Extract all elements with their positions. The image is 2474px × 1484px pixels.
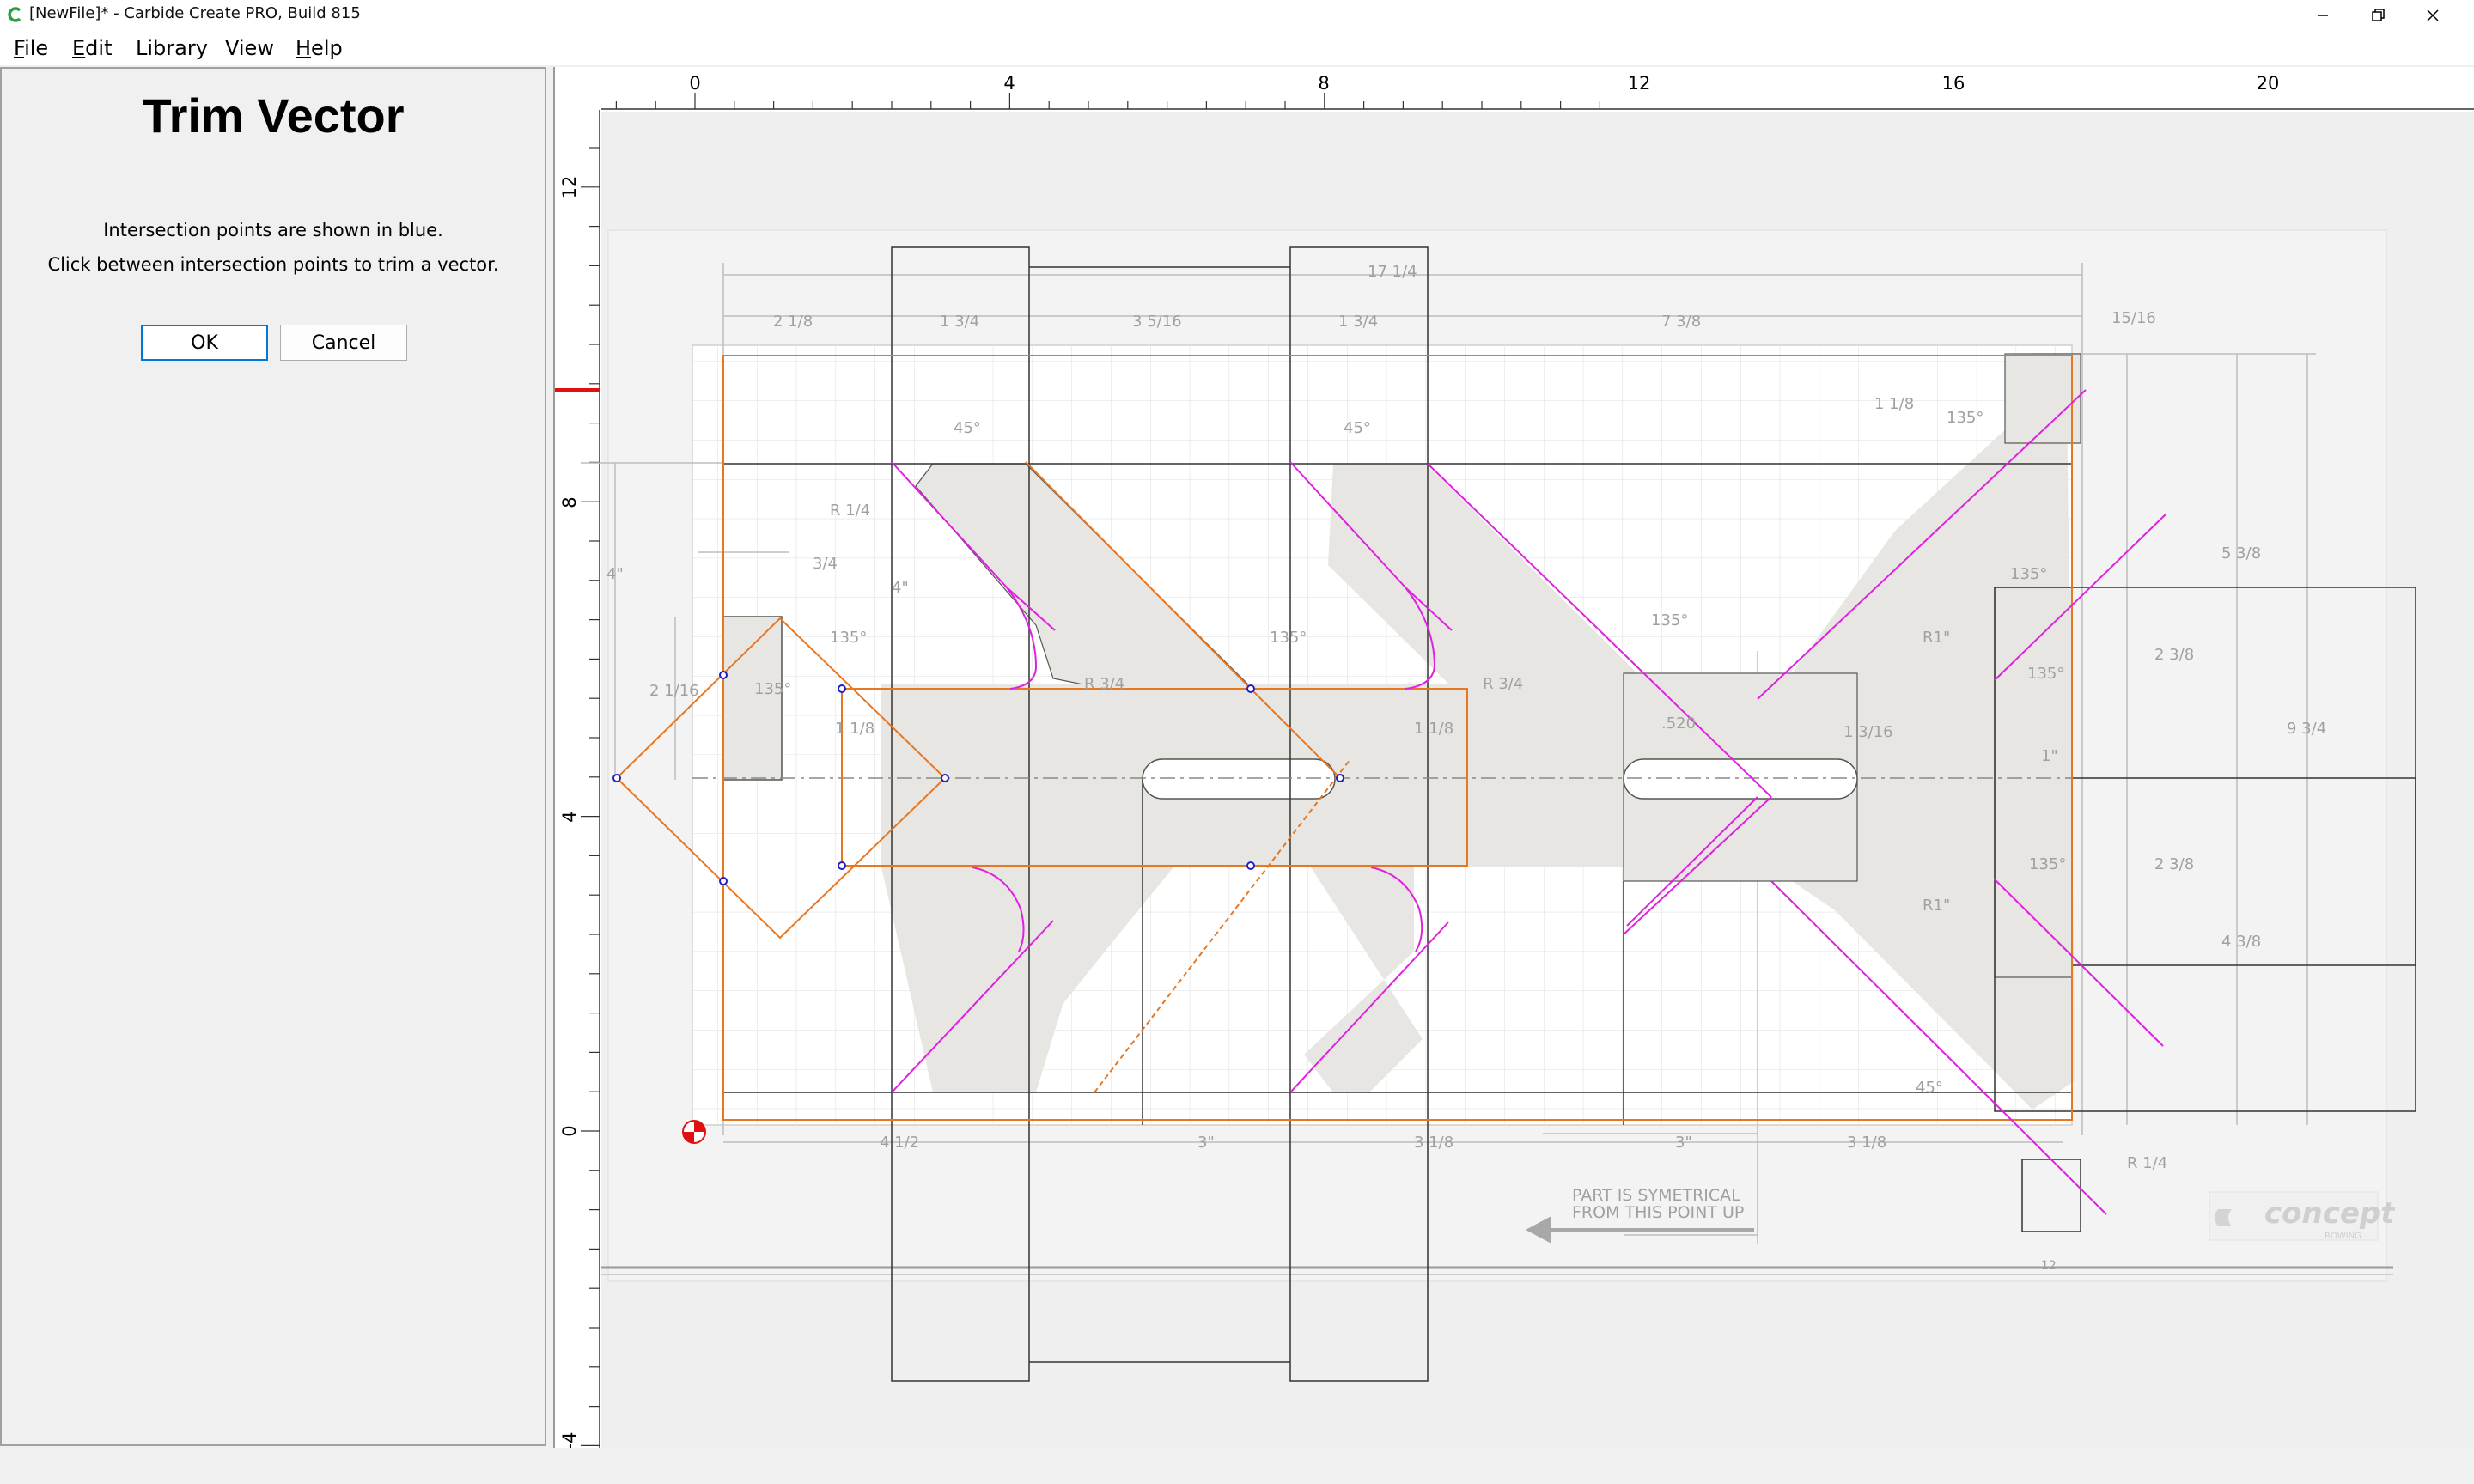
symmetry-note-line2: FROM THIS POINT UP bbox=[1572, 1203, 1744, 1222]
dim-label: 1 3/4 bbox=[1338, 313, 1378, 331]
menu-edit-label: dit bbox=[85, 36, 113, 60]
dim-label: 2 3/8 bbox=[2154, 646, 2194, 664]
horizontal-ruler[interactable] bbox=[555, 67, 2474, 110]
minimize-icon bbox=[2318, 15, 2328, 16]
dim-label: .520 bbox=[1661, 715, 1696, 733]
dim-label: 1 1/8 bbox=[835, 720, 874, 738]
menu-file-label: ile bbox=[24, 36, 49, 60]
dim-label: 4 3/8 bbox=[2221, 933, 2261, 951]
concept-logo: concept ROWING bbox=[2209, 1191, 2396, 1241]
design-canvas[interactable]: 0 4 8 12 16 20 12 8 4 0 -4 45° 45° 135° … bbox=[553, 67, 2474, 1448]
dim-label: R1" bbox=[1923, 897, 1950, 915]
part-shape[interactable] bbox=[722, 616, 783, 781]
close-button[interactable] bbox=[2405, 0, 2460, 31]
angle-label: 45° bbox=[1344, 419, 1371, 437]
menu-file-mnemonic: F bbox=[14, 36, 25, 60]
menu-help[interactable]: Help bbox=[296, 34, 343, 62]
ruler-x-label-12: 12 bbox=[1628, 73, 1651, 94]
menu-bar: File Edit Library View Help bbox=[0, 31, 2474, 65]
dim-label: 2 1/16 bbox=[649, 682, 699, 700]
slot-right[interactable] bbox=[1623, 758, 1858, 800]
cancel-button[interactable]: Cancel bbox=[280, 325, 407, 361]
ruler-y-label-12: 12 bbox=[559, 176, 580, 199]
dim-label: 3/4 bbox=[813, 555, 838, 573]
angle-label: 135° bbox=[754, 680, 791, 698]
vertical-ruler[interactable] bbox=[555, 67, 600, 1448]
menu-file[interactable]: File bbox=[14, 34, 48, 62]
dim-label: 3 1/8 bbox=[1847, 1134, 1886, 1152]
dim-label: 12 bbox=[2041, 1259, 2057, 1273]
dim-label: 1" bbox=[2041, 747, 2058, 765]
angle-label: 135° bbox=[2027, 665, 2064, 683]
slot-left[interactable] bbox=[1142, 758, 1336, 800]
minimize-button[interactable] bbox=[2295, 0, 2350, 31]
logo-sub: ROWING bbox=[2325, 1232, 2361, 1241]
restore-button[interactable] bbox=[2350, 0, 2405, 31]
angle-label: 135° bbox=[2010, 565, 2047, 583]
dim-label: 3 1/8 bbox=[1414, 1134, 1453, 1152]
panel-instruction-2: Click between intersection points to tri… bbox=[47, 254, 499, 275]
angle-label: 135° bbox=[1947, 409, 1983, 427]
menu-help-label: elp bbox=[311, 36, 343, 60]
menu-library[interactable]: Library bbox=[136, 34, 208, 62]
status-bar bbox=[0, 1450, 2474, 1484]
angle-label: 45° bbox=[954, 419, 981, 437]
ruler-x-label-16: 16 bbox=[1942, 73, 1965, 94]
dim-label: 4" bbox=[606, 565, 624, 583]
angle-label: 135° bbox=[2029, 855, 2066, 873]
restore-icon bbox=[2372, 9, 2385, 21]
dim-label: 2 3/8 bbox=[2154, 855, 2194, 873]
ok-button[interactable]: OK bbox=[141, 325, 268, 361]
origin-marker-icon bbox=[682, 1120, 706, 1144]
dim-label: 17 1/4 bbox=[1368, 263, 1417, 281]
angle-label: 45° bbox=[1916, 1079, 1943, 1097]
panel-instruction-1: Intersection points are shown in blue. bbox=[103, 220, 443, 240]
dim-label: 7 3/8 bbox=[1661, 313, 1701, 331]
dim-label: R 3/4 bbox=[1483, 675, 1523, 693]
trim-vector-panel: Trim Vector Intersection points are show… bbox=[0, 67, 546, 1446]
window-title: [NewFile]* - Carbide Create PRO, Build 8… bbox=[29, 4, 361, 22]
ruler-x-label-20: 20 bbox=[2257, 73, 2280, 94]
dim-label: 3" bbox=[1675, 1134, 1692, 1152]
ruler-y-label-0: 0 bbox=[559, 1125, 580, 1136]
dim-label: 2 1/8 bbox=[773, 313, 813, 331]
canvas-drawing: 0 4 8 12 16 20 12 8 4 0 -4 45° 45° 135° … bbox=[555, 67, 2474, 1448]
angle-label: 135° bbox=[830, 629, 867, 647]
dim-label: R1" bbox=[1923, 629, 1950, 647]
title-bar: [NewFile]* - Carbide Create PRO, Build 8… bbox=[0, 0, 2474, 31]
dim-label: R 1/4 bbox=[830, 502, 870, 520]
dim-label: 1 1/8 bbox=[1414, 720, 1453, 738]
dim-label: 15/16 bbox=[2111, 309, 2156, 327]
ruler-x-label-4: 4 bbox=[1003, 73, 1015, 94]
dim-label: 4" bbox=[892, 579, 909, 597]
ruler-y-label-8: 8 bbox=[559, 496, 580, 508]
menu-view[interactable]: View bbox=[225, 34, 274, 62]
ruler-y-label-4: 4 bbox=[559, 811, 580, 822]
menu-edit-mnemonic: E bbox=[72, 36, 86, 60]
dim-label: 1 1/8 bbox=[1874, 395, 1914, 413]
dim-label: R 3/4 bbox=[1084, 675, 1124, 693]
panel-title: Trim Vector bbox=[142, 88, 405, 143]
angle-label: 135° bbox=[1651, 611, 1688, 629]
dim-label: 1 3/4 bbox=[940, 313, 979, 331]
symmetry-note-line1: PART IS SYMETRICAL bbox=[1572, 1186, 1740, 1205]
ruler-y-label-neg4: -4 bbox=[559, 1432, 580, 1448]
ruler-x-label-0: 0 bbox=[689, 73, 700, 94]
dim-label: 4 1/2 bbox=[880, 1134, 919, 1152]
dim-label: 1 3/16 bbox=[1843, 723, 1893, 741]
angle-label: 135° bbox=[1270, 629, 1307, 647]
carbide-logo-icon bbox=[8, 7, 21, 22]
ruler-x-label-8: 8 bbox=[1318, 73, 1329, 94]
dim-label: 9 3/4 bbox=[2287, 720, 2326, 738]
dim-label: 3" bbox=[1197, 1134, 1215, 1152]
close-icon bbox=[2427, 9, 2439, 21]
logo-text: concept bbox=[2264, 1196, 2396, 1231]
dim-label: 3 5/16 bbox=[1132, 313, 1182, 331]
menu-edit[interactable]: Edit bbox=[72, 34, 112, 62]
menu-help-mnemonic: H bbox=[296, 36, 312, 60]
dim-label: R 1/4 bbox=[2127, 1154, 2167, 1172]
dim-label: 5 3/8 bbox=[2221, 544, 2261, 563]
